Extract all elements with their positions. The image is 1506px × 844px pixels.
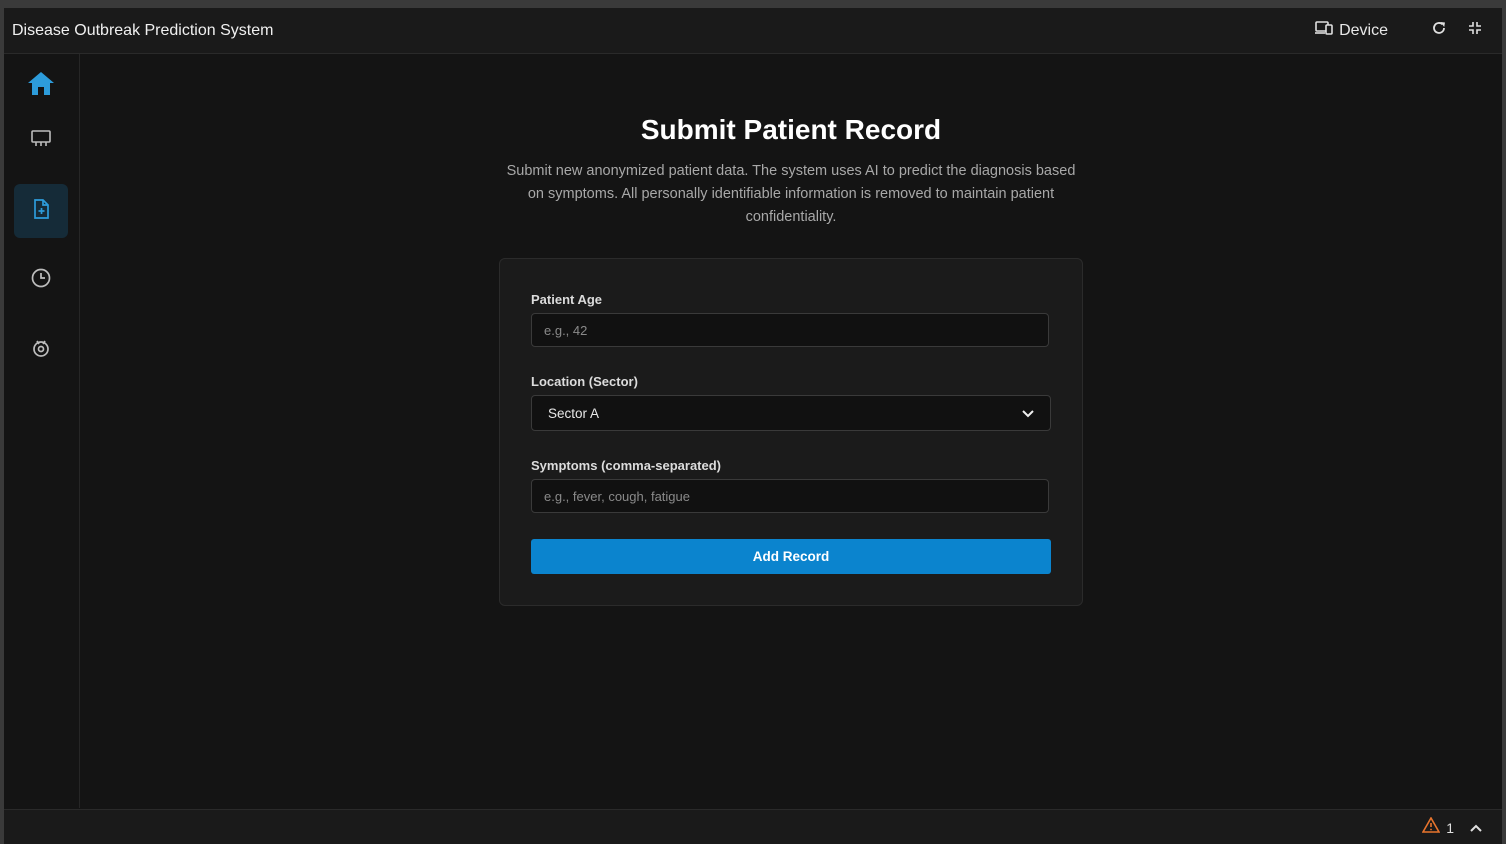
fullscreen-button[interactable]	[1464, 20, 1486, 42]
clock-icon	[30, 267, 52, 294]
add-record-button[interactable]: Add Record	[531, 539, 1051, 574]
sidebar-item-history[interactable]	[14, 253, 68, 307]
app-title: Disease Outbreak Prediction System	[12, 21, 274, 39]
sidebar	[4, 54, 80, 808]
file-plus-icon	[31, 198, 51, 225]
refresh-icon	[1431, 20, 1447, 41]
fullscreen-icon	[1467, 20, 1483, 41]
sidebar-item-analytics[interactable]	[14, 323, 68, 377]
sidebar-item-home[interactable]	[14, 58, 68, 112]
device-button-label: Device	[1339, 21, 1388, 39]
monitor-icon	[30, 129, 52, 154]
patient-age-label: Patient Age	[531, 292, 603, 307]
symptoms-input[interactable]	[531, 479, 1049, 513]
page-description: Submit new anonymized patient data. The …	[506, 163, 1076, 225]
title-bar-actions: Device	[1315, 20, 1486, 42]
chevron-down-icon	[1022, 406, 1034, 421]
page-title: Submit Patient Record	[640, 114, 942, 145]
title-bar: Disease Outbreak Prediction System Devic…	[4, 8, 1502, 54]
sidebar-item-monitor[interactable]	[14, 114, 68, 168]
status-warnings[interactable]: 1	[1421, 816, 1482, 838]
warning-count: 1	[1446, 819, 1454, 836]
status-bar: 1	[4, 809, 1502, 844]
biohazard-icon	[30, 337, 52, 364]
main-content: Submit Patient Record Submit new anonymi…	[80, 54, 1502, 808]
sidebar-item-submit-record[interactable]	[14, 184, 68, 238]
device-button[interactable]: Device	[1315, 20, 1388, 41]
location-selected-value: Sector A	[548, 405, 600, 421]
patient-record-form: Patient Age Location (Sector) Sector A S…	[499, 258, 1083, 606]
device-icon	[1315, 20, 1333, 41]
symptoms-label: Symptoms (comma-separated)	[531, 458, 721, 473]
warning-icon	[1421, 816, 1441, 838]
location-select[interactable]: Sector A	[531, 395, 1051, 431]
chevron-up-icon[interactable]	[1470, 819, 1482, 837]
patient-age-input[interactable]	[531, 313, 1049, 347]
home-icon	[27, 70, 55, 101]
app-window: Disease Outbreak Prediction System Devic…	[4, 8, 1502, 844]
refresh-button[interactable]	[1428, 20, 1450, 42]
location-label: Location (Sector)	[531, 374, 638, 389]
